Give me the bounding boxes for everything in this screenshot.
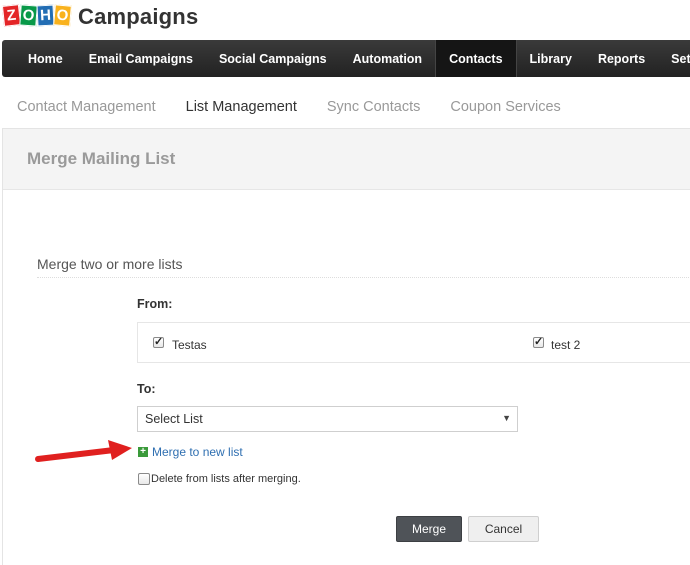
main-nav: Home Email Campaigns Social Campaigns Au… [2, 40, 690, 77]
from-lists-box: ✓ Testas ✓ test 2 [137, 322, 690, 363]
list-checkbox-test2[interactable]: ✓ [533, 336, 544, 348]
cancel-button[interactable]: Cancel [468, 516, 539, 542]
nav-contacts[interactable]: Contacts [435, 40, 517, 77]
nav-automation[interactable]: Automation [340, 40, 435, 77]
app-header: Z O H O Campaigns [0, 0, 690, 38]
page-title: Merge Mailing List [27, 149, 176, 168]
logo-tile-o2: O [53, 4, 72, 27]
from-label: From: [137, 297, 173, 311]
subnav-coupon-services[interactable]: Coupon Services [450, 99, 560, 115]
triangle-down-icon: ▼ [502, 413, 511, 423]
list-name-test2: test 2 [551, 338, 581, 352]
logo-tile-o: O [19, 4, 38, 27]
delete-after-merge-row: Delete from lists after merging. [138, 473, 301, 485]
section-title: Merge two or more lists [37, 256, 183, 272]
nav-reports[interactable]: Reports [585, 40, 658, 77]
delete-after-merge-checkbox[interactable] [138, 473, 150, 485]
nav-home[interactable]: Home [2, 40, 76, 77]
list-name-testas: Testas [172, 338, 207, 352]
merge-to-new-list-link[interactable]: + Merge to new list [138, 445, 243, 459]
to-label: To: [137, 382, 156, 396]
product-name: Campaigns [78, 4, 199, 29]
logo-tile-z: Z [1, 4, 22, 27]
checkmark-icon: ✓ [154, 336, 164, 348]
red-arrow-icon [35, 440, 132, 462]
merge-panel: Merge Mailing List Merge two or more lis… [2, 128, 690, 565]
subnav-contact-management[interactable]: Contact Management [17, 99, 156, 115]
merge-to-new-list-text[interactable]: Merge to new list [152, 445, 243, 459]
panel-header: Merge Mailing List [3, 129, 690, 190]
sub-nav: Contact Management List Management Sync … [0, 88, 690, 126]
target-list-select[interactable]: Select List ▼ [137, 406, 518, 432]
subnav-sync-contacts[interactable]: Sync Contacts [327, 99, 421, 115]
zoho-logo-tiles: Z O H O [1, 4, 72, 29]
subnav-list-management[interactable]: List Management [186, 99, 297, 115]
select-value: Select List [145, 412, 203, 426]
nav-social-campaigns[interactable]: Social Campaigns [206, 40, 340, 77]
section-divider [37, 277, 690, 278]
logo-tile-h: H [36, 4, 55, 27]
zoho-campaigns-logo[interactable]: Z O H O Campaigns [1, 4, 199, 29]
nav-library[interactable]: Library [517, 40, 585, 77]
list-checkbox-testas[interactable]: ✓ [153, 336, 164, 348]
checkmark-icon: ✓ [534, 336, 544, 348]
plus-square-icon: + [138, 447, 148, 457]
delete-after-merge-label: Delete from lists after merging. [151, 473, 301, 485]
merge-button[interactable]: Merge [396, 516, 462, 542]
nav-settings[interactable]: Settings [658, 40, 690, 77]
nav-email-campaigns[interactable]: Email Campaigns [76, 40, 206, 77]
